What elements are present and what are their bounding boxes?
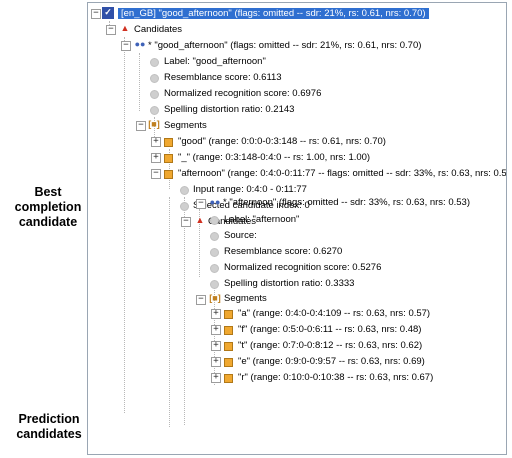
letter-segment-t[interactable]: "t" (range: 0:7:0-0:8:12 -- rs: 0.63, nr… (238, 337, 422, 354)
tree-view-lower: − ●● * "afternoon" (flags: omitted -- sd… (88, 3, 506, 454)
property-bullet-icon (210, 248, 219, 257)
best-candidate-toggle[interactable]: − (196, 199, 206, 209)
segments-icon: [■] (209, 293, 221, 303)
property-bullet-icon (210, 280, 219, 289)
property-bullet-icon (210, 216, 219, 225)
letter-segment-e[interactable]: "e" (range: 0:9:0-0:9:57 -- rs: 0.63, nr… (238, 353, 425, 370)
prediction-candidates-annotation: Prediction candidates (16, 412, 82, 441)
segment-icon (224, 374, 233, 383)
letter-segment-r[interactable]: "r" (range: 0:10:0-0:10:38 -- rs: 0.63, … (238, 369, 433, 386)
letter-segment-a[interactable]: "a" (range: 0:4:0-0:4:109 -- rs: 0.63, n… (238, 305, 430, 322)
candidate-icon: ●● (209, 197, 221, 207)
best-source[interactable]: Source: (224, 227, 257, 244)
best-resemblance[interactable]: Resemblance score: 0.6270 (224, 243, 342, 260)
letter-a-toggle[interactable]: + (211, 309, 221, 319)
segment-icon (224, 326, 233, 335)
letter-segment-f[interactable]: "f" (range: 0:5:0-0:6:11 -- rs: 0.63, nr… (238, 321, 421, 338)
letter-f-toggle[interactable]: + (211, 325, 221, 335)
letter-t-toggle[interactable]: + (211, 341, 221, 351)
property-bullet-icon (210, 232, 219, 241)
segment-icon (224, 342, 233, 351)
segments2-toggle[interactable]: − (196, 295, 206, 305)
letter-r-toggle[interactable]: + (211, 373, 221, 383)
letter-e-toggle[interactable]: + (211, 357, 221, 367)
best-completion-annotation: Best completion candidate (14, 185, 82, 229)
segment-icon (224, 310, 233, 319)
best-candidate-afternoon[interactable]: * "afternoon" (flags: omitted -- sdr: 33… (223, 194, 470, 211)
best-normalized[interactable]: Normalized recognition score: 0.5276 (224, 259, 381, 276)
segment-icon (224, 358, 233, 367)
best-label[interactable]: Label: "afternoon" (224, 211, 299, 228)
property-bullet-icon (210, 264, 219, 273)
